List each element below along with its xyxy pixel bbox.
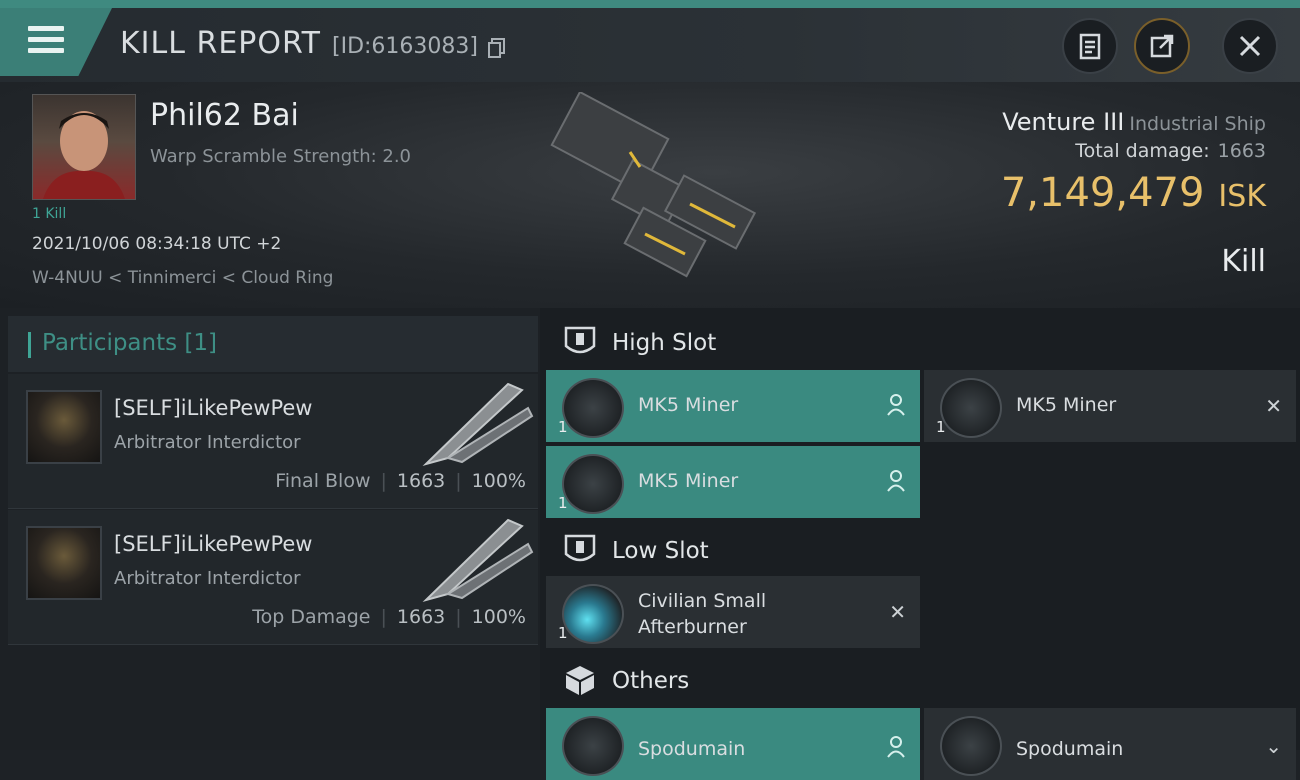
destroyed-x-icon: ✕ [889,600,906,624]
total-damage-value: 1663 [1217,140,1266,162]
pilot-avatar[interactable] [32,94,136,200]
participants-header: Participants [1] [8,316,538,372]
low-slot-item[interactable]: 1 Civilian Small Afterburner ✕ [546,576,920,648]
participant-ship: Arbitrator Interdictor [114,568,301,589]
participant-damage: 1663 [396,606,446,628]
participant-tag: Top Damage [252,606,371,628]
share-icon [1150,34,1174,58]
kill-count: 1 Kill [32,206,67,222]
miner-module-icon [562,378,624,438]
item-name: Spodumain [638,738,746,760]
destroyed-x-icon: ✕ [1265,394,1282,418]
participant-name: [SELF]iLikePewPew [114,532,313,556]
participant-portrait [26,390,102,464]
menu-button[interactable] [0,8,112,76]
module-name: MK5 Miner [1016,394,1117,416]
others-item[interactable]: Spodumain ⌄ [924,708,1296,780]
high-slot-header: High Slot [546,314,1300,370]
isk-value: 7,149,479 ISK [1001,170,1266,216]
participants-header-accent [28,332,31,358]
person-icon [886,470,906,492]
module-name: MK5 Miner [638,394,739,416]
module-name-line2: Afterburner [638,616,747,638]
ship-class: Industrial Ship [1129,113,1266,135]
total-damage-label: Total damage: [1075,140,1210,162]
participant-percent: 100% [471,470,526,492]
isk-amount: 7,149,479 [1000,170,1205,216]
victim-ship-name[interactable]: Venture III Industrial Ship [1002,108,1266,136]
participant-row[interactable]: [SELF]iLikePewPew Arbitrator Interdictor… [8,374,538,509]
high-slot-icon [562,324,598,360]
low-slot-title: Low Slot [612,538,709,564]
person-icon [886,736,906,758]
warp-scramble-strength: Warp Scramble Strength: 2.0 [150,146,412,167]
copy-icon[interactable] [488,38,506,58]
participant-damage: 1663 [396,470,446,492]
clipboard-button[interactable] [1062,18,1118,74]
participants-title: Participants [1] [42,330,217,356]
module-qty: 1 [558,418,568,436]
participant-ship-image [418,378,538,474]
kill-result-label: Kill [1221,244,1266,279]
low-slot-header: Low Slot [546,522,1300,578]
participant-percent: 100% [471,606,526,628]
item-name: Spodumain [1016,738,1124,760]
module-name-line1: Civilian Small [638,590,767,612]
miner-module-icon [940,378,1002,438]
pilot-name[interactable]: Phil62 Bai [150,98,299,133]
participant-stats: Top Damage | 1663 | 100% [252,606,526,628]
clipboard-icon [1079,33,1101,60]
total-damage: Total damage: 1663 [1075,140,1266,162]
header-bar: KILL REPORT [ID:6163083] [0,8,1300,82]
participant-row[interactable]: [SELF]iLikePewPew Arbitrator Interdictor… [8,510,538,645]
top-accent-bar [0,0,1300,8]
cargo-box-icon [562,662,598,698]
low-slot-icon [562,532,598,568]
kill-datetime: 2021/10/06 08:34:18 UTC +2 [32,234,282,254]
fitting-panel: High Slot 1 MK5 Miner 1 MK5 Miner ✕ 1 MK… [540,308,1300,780]
close-button[interactable] [1222,18,1278,74]
share-button[interactable] [1134,18,1190,74]
high-slot-item[interactable]: 1 MK5 Miner ✕ [924,370,1296,442]
close-icon [1239,35,1261,57]
page-title: KILL REPORT [120,26,321,61]
module-qty: 1 [558,494,568,512]
others-item[interactable]: Spodumain [546,708,920,780]
module-name: MK5 Miner [638,470,739,492]
participant-portrait [26,526,102,600]
menu-icon [28,26,64,56]
ore-icon [562,716,624,776]
miner-module-icon [562,454,624,514]
chevron-down-icon: ⌄ [1265,734,1282,758]
participant-name: [SELF]iLikePewPew [114,396,313,420]
module-qty: 1 [558,624,568,642]
isk-unit: ISK [1218,179,1266,214]
report-id: [ID:6163083] [332,34,478,59]
victim-ship-image [530,90,770,306]
afterburner-module-icon [562,584,624,644]
others-title: Others [612,668,690,694]
participant-stats: Final Blow | 1663 | 100% [275,470,526,492]
module-name: Civilian Small Afterburner [638,588,766,640]
module-qty: 1 [936,418,946,436]
high-slot-title: High Slot [612,330,717,356]
participant-ship: Arbitrator Interdictor [114,432,301,453]
victim-banner: Phil62 Bai Warp Scramble Strength: 2.0 1… [0,82,1300,308]
kill-location[interactable]: W-4NUU < Tinnimerci < Cloud Ring [32,268,333,288]
participants-panel: Participants [1] [SELF]iLikePewPew Arbit… [0,308,540,750]
high-slot-item[interactable]: 1 MK5 Miner [546,446,920,518]
others-header: Others [546,652,1300,708]
participant-ship-image [418,514,538,610]
person-icon [886,394,906,416]
ore-icon [940,716,1002,776]
ship-name: Venture III [1002,108,1125,136]
high-slot-item[interactable]: 1 MK5 Miner [546,370,920,442]
participant-tag: Final Blow [275,470,371,492]
